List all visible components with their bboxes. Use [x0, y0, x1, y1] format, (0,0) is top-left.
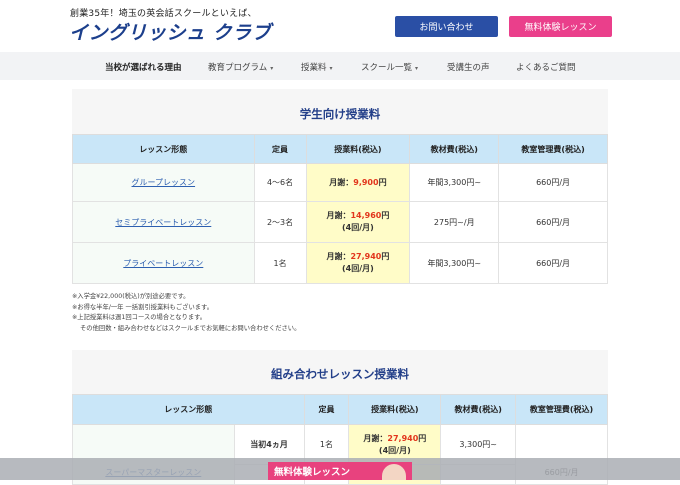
fee-note: (4回/月)	[342, 264, 374, 273]
fee-amount: 9,900	[353, 177, 379, 187]
capacity-cell: 2〜3名	[253, 201, 307, 243]
nav-item-label: 当校が選ばれる理由	[105, 63, 182, 73]
fee-note: (4回/月)	[342, 223, 374, 232]
column-header: レッスン形態	[72, 394, 305, 425]
fee-amount: 27,940	[387, 433, 419, 443]
column-header: 教室管理費(税込)	[498, 134, 608, 164]
tuition-cell: 月謝：27,940円 (4回/月)	[305, 242, 411, 284]
nav-item-testimonials[interactable]: 受講生の声	[447, 61, 490, 73]
table-row: プライベートレッスン 1名 月謝：27,940円 (4回/月) 年間3,300円…	[72, 242, 608, 284]
fee-notes: ※入学金¥22,000(税込)が別途必要です。 ※お得な半年/一年 一括割引授業…	[72, 292, 300, 334]
table-row: セミプライベートレッスン 2〜3名 月謝：14,960円 (4回/月) 275円…	[72, 201, 608, 243]
table-header-row: レッスン形態 定員 授業料(税込) 教材費(税込) 教室管理費(税込)	[72, 394, 608, 425]
column-header: 教材費(税込)	[409, 134, 500, 164]
column-header: 教室管理費(税込)	[515, 394, 608, 425]
fee-prefix: 月謝：	[326, 252, 351, 261]
nav-item-label: 教育プログラム	[208, 63, 268, 73]
note-line: ※上記授業料は週1回コースの場合となります。	[72, 314, 207, 321]
free-trial-banner[interactable]: 無料体験レッスン	[268, 462, 412, 480]
tuition-cell: 月謝：9,900円	[305, 163, 411, 202]
nav-item-label: よくあるご質問	[516, 63, 576, 73]
combo-fees-title: 組み合わせレッスン授業料	[271, 367, 409, 381]
chevron-down-icon: ▾	[329, 65, 333, 72]
nav-item-label: 受講生の声	[447, 63, 490, 73]
student-fees-table: レッスン形態 定員 授業料(税込) 教材費(税込) 教室管理費(税込) グループ…	[72, 134, 608, 284]
fee-amount: 14,960	[350, 211, 382, 220]
nav-item-label: 授業料	[301, 63, 327, 73]
column-header: レッスン形態	[72, 134, 255, 164]
nav-item-schools[interactable]: スクール一覧 ▾	[361, 61, 418, 73]
site-header: 創業35年！埼玉の英会話スクールといえば、 イングリッシュ クラブ お問い合わせ…	[0, 0, 680, 52]
fee-suffix: 円	[418, 433, 427, 443]
column-header: 授業料(税込)	[305, 134, 411, 164]
capacity-cell: 1名	[253, 242, 307, 284]
fee-note: (4回/月)	[378, 445, 411, 455]
main-nav: 当校が選ばれる理由 教育プログラム ▾ 授業料 ▾ スクール一覧 ▾ 受講生の声 よく…	[0, 52, 680, 80]
note-line: ※お得な半年/一年 一括割引授業料もございます。	[72, 303, 214, 311]
lesson-type-link[interactable]: グループレッスン	[72, 163, 255, 202]
column-header: 授業料(税込)	[348, 394, 442, 425]
fee-suffix: 円	[381, 211, 390, 220]
materials-cell: 年間3,300円~	[409, 242, 500, 284]
materials-cell: 275円~/月	[409, 201, 500, 243]
free-trial-button[interactable]: 無料体験レッスン	[509, 16, 612, 37]
chevron-down-icon: ▾	[270, 65, 274, 72]
nav-item-label: スクール一覧	[361, 63, 413, 73]
management-cell: 660円/月	[498, 201, 608, 243]
nav-item-programs[interactable]: 教育プログラム ▾	[208, 61, 273, 73]
student-fees-title: 学生向け授業料	[299, 107, 381, 121]
fee-prefix: 月謝：	[363, 433, 388, 443]
nav-item-why-us[interactable]: 当校が選ばれる理由	[105, 61, 182, 73]
note-line: ※入学金¥22,000(税込)が別途必要です。	[72, 293, 190, 300]
table-row: グループレッスン 4〜6名 月謝：9,900円 年間3,300円~ 660円/月	[72, 163, 608, 202]
capacity-cell: 4〜6名	[253, 163, 307, 202]
fee-suffix: 円	[381, 252, 390, 261]
chevron-down-icon: ▾	[415, 65, 419, 72]
fee-suffix: 円	[378, 177, 387, 187]
note-line: その他回数・組み合わせなどはスクールまでお気軽にお問い合わせください。	[80, 324, 301, 332]
materials-cell: 年間3,300円~	[409, 163, 500, 202]
site-logo[interactable]: イングリッシュ クラブ	[69, 18, 271, 45]
tuition-cell: 月謝：14,960円 (4回/月)	[305, 201, 411, 243]
nav-item-tuition[interactable]: 授業料 ▾	[301, 61, 333, 73]
fee-amount: 27,940	[350, 252, 382, 261]
nav-item-faq[interactable]: よくあるご質問	[516, 61, 576, 73]
person-photo	[382, 464, 406, 480]
management-cell: 660円/月	[498, 242, 608, 284]
column-header: 定員	[303, 394, 350, 425]
management-cell: 660円/月	[498, 163, 608, 202]
banner-label: 無料体験レッスン	[274, 467, 351, 478]
column-header: 定員	[253, 134, 307, 164]
table-header-row: レッスン形態 定員 授業料(税込) 教材費(税込) 教室管理費(税込)	[72, 134, 608, 164]
contact-button[interactable]: お問い合わせ	[395, 16, 498, 37]
lesson-type-link[interactable]: プライベートレッスン	[72, 242, 255, 284]
lesson-type-link[interactable]: セミプライベートレッスン	[72, 201, 255, 243]
fee-prefix: 月謝：	[326, 211, 351, 220]
fee-prefix: 月謝：	[329, 177, 354, 187]
column-header: 教材費(税込)	[440, 394, 517, 425]
